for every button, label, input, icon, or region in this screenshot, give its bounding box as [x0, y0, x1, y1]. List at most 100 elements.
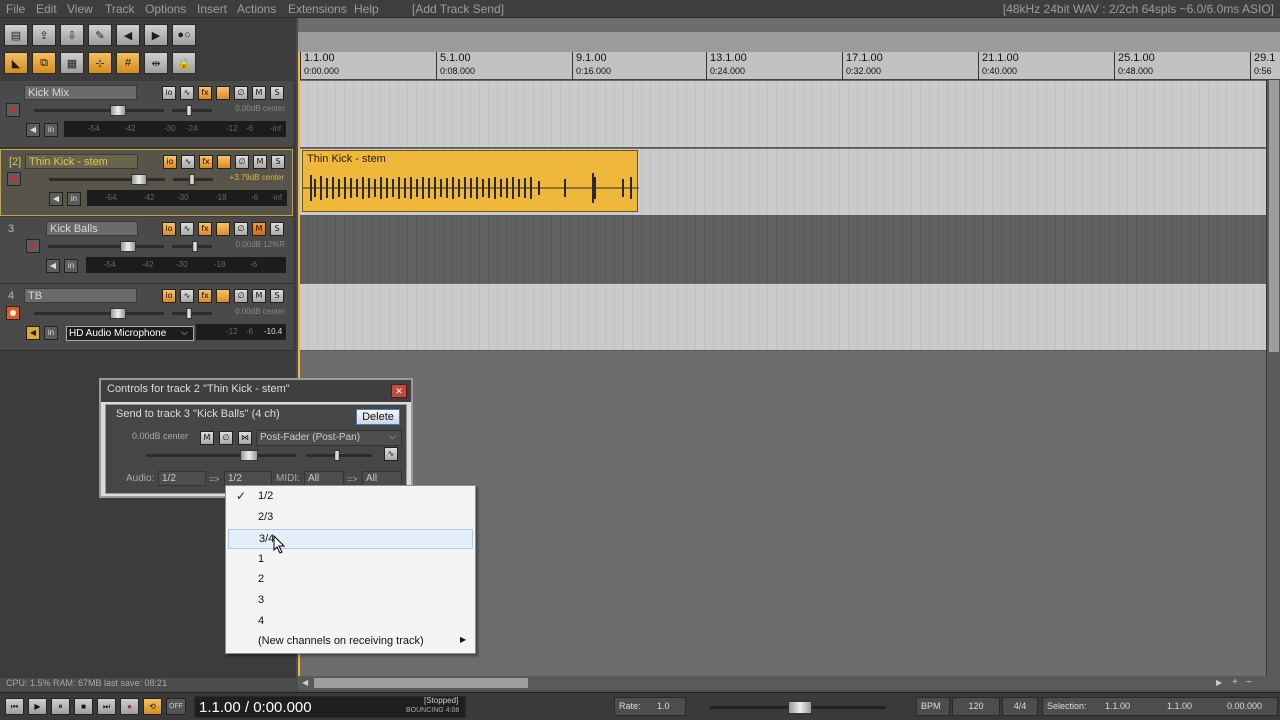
speaker-icon[interactable]: ◀ — [26, 123, 40, 137]
zoom-in-icon[interactable]: + — [1232, 677, 1244, 689]
input-monitor-button[interactable]: in — [44, 123, 58, 137]
menu-item-1[interactable]: 1 — [228, 550, 473, 570]
selection-field[interactable]: Selection: 1.1.00 1.1.00 0.00.000 — [1042, 697, 1278, 716]
solo-button[interactable]: S — [271, 155, 285, 169]
save-project-icon[interactable]: ⇩ — [60, 24, 84, 46]
track-row-thin-kick-stem[interactable]: [2] Thin Kick - stem io ∿ fx ∅ M S +3.79… — [0, 149, 293, 216]
input-monitor-button[interactable]: in — [67, 192, 81, 206]
metronome-icon[interactable]: ●○ — [172, 24, 196, 46]
redo-arrow-icon[interactable]: ▶ — [144, 24, 168, 46]
send-phase-button[interactable]: ∅ — [219, 431, 233, 445]
ripple-edit-icon[interactable]: ◣ — [4, 52, 28, 74]
send-mute-button[interactable]: M — [200, 431, 214, 445]
record-arm-button[interactable] — [6, 306, 20, 320]
menu-view[interactable]: View — [67, 2, 93, 16]
timeline-ruler[interactable]: 1.1.00 0:00.000 5.1.00 0:08.000 9.1.00 0:16… — [298, 52, 1280, 80]
fx-button[interactable]: fx — [198, 289, 212, 303]
grid-view-icon[interactable]: ▦ — [60, 52, 84, 74]
pan-fader[interactable] — [173, 174, 213, 185]
menu-item-2-3[interactable]: 2/3 — [228, 508, 473, 528]
send-volume-fader[interactable] — [146, 450, 296, 461]
fx-bypass-button[interactable] — [217, 155, 231, 169]
phase-button[interactable]: ∅ — [234, 289, 248, 303]
play-icon[interactable]: ▶ — [28, 698, 47, 715]
item-grouping-icon[interactable]: ⧉ — [32, 52, 56, 74]
send-mono-button[interactable]: ⋈ — [238, 431, 252, 445]
scroll-right-icon[interactable]: ▶ — [1216, 678, 1226, 688]
dialog-title[interactable]: Controls for track 2 "Thin Kick - stem" — [101, 380, 411, 402]
record-arm-button[interactable] — [6, 103, 20, 117]
audio-dest-select[interactable]: 1/2 — [224, 471, 272, 486]
record-arm-button[interactable] — [26, 239, 40, 253]
track-name-field[interactable]: Thin Kick - stem — [25, 154, 138, 169]
rate-field[interactable]: Rate: 1.0 — [614, 697, 686, 716]
chevron-down-icon[interactable]: ⌵ — [389, 431, 396, 442]
scroll-thumb[interactable] — [1269, 80, 1279, 352]
undo-arrow-icon[interactable]: ◀ — [116, 24, 140, 46]
close-icon[interactable]: ✕ — [391, 384, 407, 398]
zoom-out-icon[interactable]: − — [1246, 677, 1258, 689]
pause-icon[interactable]: ⏸ — [51, 698, 70, 715]
stop-icon[interactable]: ■ — [74, 698, 93, 715]
fx-bypass-button[interactable] — [216, 222, 230, 236]
mute-button[interactable]: M — [252, 289, 266, 303]
menu-help[interactable]: Help — [354, 2, 379, 16]
crossfade-icon[interactable]: ⇹ — [144, 52, 168, 74]
speaker-icon[interactable]: ◀ — [26, 326, 40, 340]
menu-extensions[interactable]: Extensions — [288, 2, 347, 16]
menu-insert[interactable]: Insert — [197, 2, 227, 16]
track-lane-tb[interactable] — [300, 284, 1266, 351]
go-to-end-icon[interactable]: ⏭ — [97, 698, 116, 715]
input-select[interactable]: HD Audio Microphone — [66, 326, 194, 341]
open-project-icon[interactable]: ⇪ — [32, 24, 56, 46]
lock-icon[interactable]: 🔒 — [172, 52, 196, 74]
bpm-field[interactable]: 120 — [952, 697, 1000, 716]
repeat-icon[interactable]: ⟲ — [143, 698, 162, 715]
speaker-icon[interactable]: ◀ — [49, 192, 63, 206]
track-lane-kick-balls[interactable] — [300, 216, 1266, 283]
input-monitor-button[interactable]: in — [64, 259, 78, 273]
send-pan-fader[interactable] — [306, 450, 372, 461]
midi-source-select[interactable]: All — [304, 471, 344, 486]
vertical-scrollbar[interactable] — [1266, 80, 1280, 680]
menu-item-2[interactable]: 2 — [228, 570, 473, 590]
volume-fader[interactable] — [34, 308, 164, 319]
envelope-button[interactable]: ∿ — [180, 222, 194, 236]
track-name-field[interactable]: Kick Balls — [46, 221, 138, 236]
menu-track[interactable]: Track — [105, 2, 135, 16]
menu-item-new-channels[interactable]: (New channels on receiving track) ▶ — [228, 632, 473, 652]
fx-button[interactable]: fx — [198, 86, 212, 100]
record-icon[interactable]: ● — [120, 698, 139, 715]
mute-button[interactable]: M — [252, 222, 266, 236]
menu-file[interactable]: File — [6, 2, 25, 16]
grid-lines-icon[interactable]: # — [116, 52, 140, 74]
midi-dest-select[interactable]: All — [362, 471, 402, 486]
fx-button[interactable]: fx — [198, 222, 212, 236]
menu-item-1-2[interactable]: ✓ 1/2 — [228, 487, 473, 507]
audio-status[interactable]: [48kHz 24bit WAV : 2/2ch 64spls ~6.0/6.0… — [1003, 2, 1274, 16]
envelope-button[interactable]: ∿ — [180, 289, 194, 303]
envelope-button[interactable]: ∿ — [384, 447, 398, 461]
off-toggle[interactable]: OFF — [166, 698, 186, 715]
menu-item-3[interactable]: 3 — [228, 591, 473, 611]
io-button[interactable]: io — [162, 289, 176, 303]
mute-button[interactable]: M — [252, 86, 266, 100]
settings-wrench-icon[interactable]: ✎ — [88, 24, 112, 46]
go-to-start-icon[interactable]: ⏮ — [5, 698, 24, 715]
menu-edit[interactable]: Edit — [36, 2, 57, 16]
time-signature-field[interactable]: 4/4 — [1002, 697, 1038, 716]
track-row-kick-mix[interactable]: Kick Mix io ∿ fx ∅ M S 0.00dB center ◀ i… — [0, 81, 293, 148]
volume-fader[interactable] — [49, 174, 165, 185]
pan-fader[interactable] — [172, 105, 212, 116]
volume-fader[interactable] — [34, 105, 164, 116]
track-row-kick-balls[interactable]: 3 Kick Balls io ∿ fx ∅ M S 0.00dB 12%R ◀… — [0, 217, 293, 284]
io-button[interactable]: io — [162, 222, 176, 236]
menu-actions[interactable]: Actions — [237, 2, 276, 16]
horizontal-scrollbar[interactable]: ◀ ▶ + − — [298, 676, 1280, 690]
fx-button[interactable]: fx — [199, 155, 213, 169]
track-row-tb[interactable]: 4 TB io ∿ fx ∅ M S 0.00dB center ◀ in HD… — [0, 284, 293, 351]
envelope-button[interactable]: ∿ — [180, 86, 194, 100]
phase-button[interactable]: ∅ — [235, 155, 249, 169]
scroll-left-icon[interactable]: ◀ — [302, 678, 312, 688]
track-name-field[interactable]: Kick Mix — [24, 85, 137, 100]
